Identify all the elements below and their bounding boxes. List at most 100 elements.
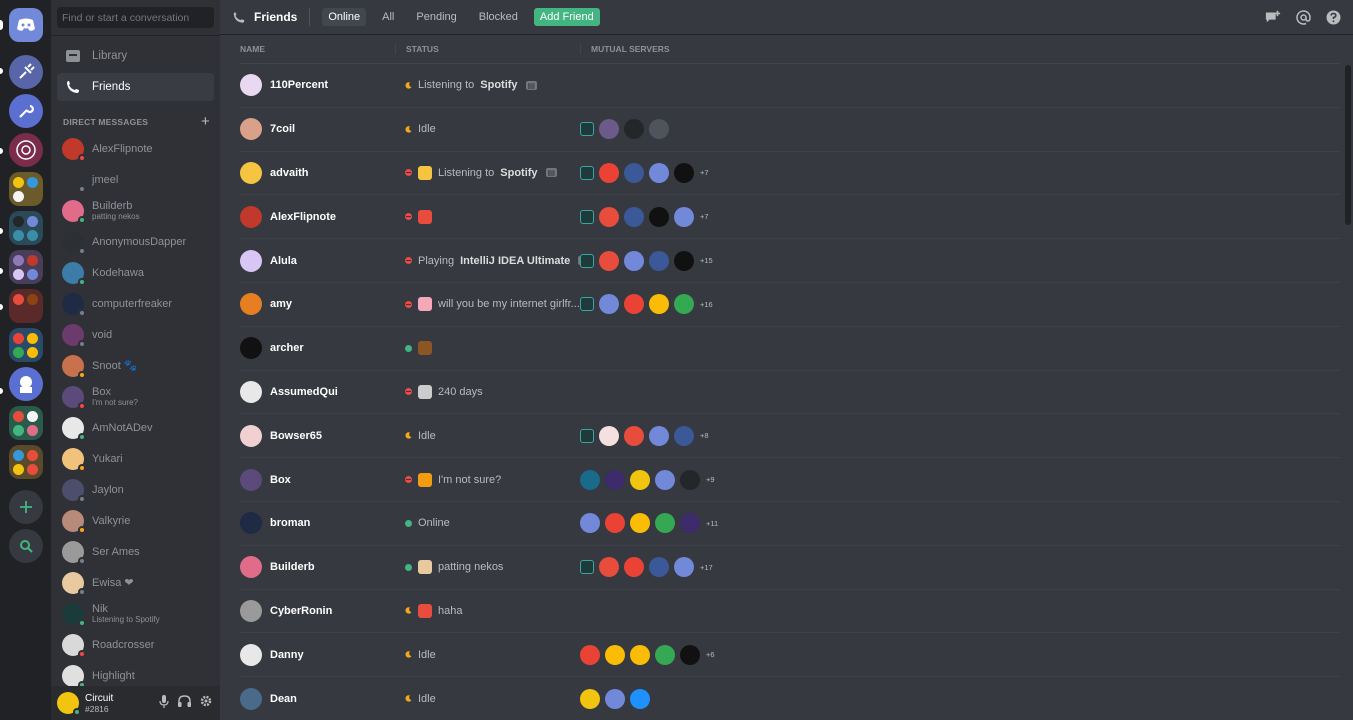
- server-icon[interactable]: [674, 294, 694, 315]
- server-icon[interactable]: [624, 425, 644, 446]
- server-icon[interactable]: [674, 557, 694, 578]
- server-icon[interactable]: [624, 206, 644, 227]
- more-servers-count[interactable]: +7: [700, 212, 709, 221]
- dm-item[interactable]: Ser Ames: [51, 536, 220, 567]
- dm-item[interactable]: AnonymousDapper: [51, 226, 220, 257]
- new-group-dm-icon[interactable]: [1265, 9, 1281, 25]
- home-button[interactable]: [8, 8, 43, 42]
- dm-item[interactable]: Snoot 🐾: [51, 350, 220, 381]
- server-icon[interactable]: [580, 253, 594, 268]
- server-icon[interactable]: [605, 469, 625, 490]
- server-icon[interactable]: [580, 122, 594, 137]
- server-icon[interactable]: [580, 688, 600, 709]
- server-icon[interactable]: [655, 513, 675, 534]
- server-icon[interactable]: [655, 469, 675, 490]
- dm-item[interactable]: Ewisa ❤: [51, 567, 220, 598]
- server-icon[interactable]: [599, 162, 619, 183]
- user-avatar[interactable]: [57, 692, 81, 716]
- nav-library[interactable]: Library: [57, 42, 214, 70]
- server-icon[interactable]: [599, 425, 619, 446]
- server-icon[interactable]: [580, 560, 594, 575]
- server-icon[interactable]: [680, 513, 700, 534]
- server-icon[interactable]: [630, 644, 650, 665]
- server-icon[interactable]: [649, 206, 669, 227]
- friend-row[interactable]: Bowser65 Idle +8: [240, 414, 1340, 459]
- more-servers-count[interactable]: +7: [700, 168, 709, 177]
- settings-gear-icon[interactable]: [200, 695, 212, 711]
- server-icon[interactable]: [580, 513, 600, 534]
- dm-item[interactable]: Jaylon: [51, 474, 220, 505]
- add-friend-button[interactable]: Add Friend: [533, 8, 600, 26]
- server-folder-5[interactable]: [8, 328, 43, 362]
- server-icon[interactable]: [630, 513, 650, 534]
- server-folder-7[interactable]: [8, 445, 43, 479]
- more-servers-count[interactable]: +9: [706, 475, 715, 484]
- server-folder-1[interactable]: [8, 172, 43, 206]
- friend-row[interactable]: Danny Idle +6: [240, 633, 1340, 678]
- more-servers-count[interactable]: +17: [700, 563, 713, 572]
- server-icon[interactable]: [605, 688, 625, 709]
- friend-row[interactable]: Box I'm not sure? +9: [240, 458, 1340, 502]
- dm-item[interactable]: Builderb patting nekos: [51, 195, 220, 226]
- friend-row[interactable]: amy will you be my internet girlfr... +16: [240, 283, 1340, 327]
- tab-online[interactable]: Online: [322, 8, 367, 26]
- server-icon[interactable]: [649, 557, 669, 578]
- friend-row[interactable]: AlexFlipnote +7: [240, 195, 1340, 240]
- dm-item[interactable]: Roadcrosser: [51, 629, 220, 660]
- friend-row[interactable]: Alula Playing IntelliJ IDEA Ultimate▤ +15: [240, 239, 1340, 283]
- server-icon[interactable]: [680, 469, 700, 490]
- server-icon-aperture[interactable]: [8, 133, 43, 167]
- nav-friends[interactable]: Friends: [57, 73, 214, 101]
- scrollbar[interactable]: [1345, 65, 1351, 225]
- more-servers-count[interactable]: +15: [700, 256, 713, 265]
- server-icon[interactable]: [580, 644, 600, 665]
- dm-item[interactable]: jmeel: [51, 164, 220, 195]
- more-servers-count[interactable]: +8: [700, 431, 709, 440]
- server-folder-2[interactable]: [8, 211, 43, 245]
- server-icon[interactable]: [580, 209, 594, 224]
- server-icon[interactable]: [680, 644, 700, 665]
- add-server-button[interactable]: [8, 490, 43, 524]
- server-icon[interactable]: [605, 644, 625, 665]
- friend-row[interactable]: broman Online +11: [240, 502, 1340, 546]
- friend-row[interactable]: 7coil Idle: [240, 108, 1340, 152]
- friend-row[interactable]: Builderb patting nekos +17: [240, 546, 1340, 590]
- server-icon[interactable]: [674, 162, 694, 183]
- server-folder-6[interactable]: [8, 406, 43, 440]
- friend-row[interactable]: archer: [240, 327, 1340, 371]
- server-icon[interactable]: [649, 250, 669, 271]
- server-icon[interactable]: [630, 469, 650, 490]
- tab-all[interactable]: All: [376, 8, 400, 26]
- server-icon[interactable]: [599, 206, 619, 227]
- more-servers-count[interactable]: +6: [706, 650, 715, 659]
- dm-item[interactable]: AmNotADev: [51, 412, 220, 443]
- server-icon[interactable]: [580, 165, 594, 180]
- server-icon[interactable]: [580, 297, 594, 312]
- tab-blocked[interactable]: Blocked: [473, 8, 524, 26]
- friend-row[interactable]: advaith Listening to Spotify ▤ +7: [240, 152, 1340, 196]
- server-icon[interactable]: [649, 162, 669, 183]
- more-servers-count[interactable]: +11: [706, 519, 718, 528]
- dm-item[interactable]: computerfreaker: [51, 288, 220, 319]
- dm-item[interactable]: AlexFlipnote: [51, 133, 220, 164]
- dm-item[interactable]: Valkyrie: [51, 505, 220, 536]
- server-icon[interactable]: [624, 557, 644, 578]
- explore-servers-button[interactable]: [8, 529, 43, 563]
- dm-item[interactable]: void: [51, 319, 220, 350]
- server-icon[interactable]: [605, 513, 625, 534]
- server-icon[interactable]: [580, 428, 594, 443]
- server-icon[interactable]: [580, 469, 600, 490]
- server-icon[interactable]: [599, 294, 619, 315]
- friend-row[interactable]: AssumedQui 240 days: [240, 371, 1340, 415]
- server-icon[interactable]: [674, 250, 694, 271]
- column-name[interactable]: NAME: [240, 44, 395, 54]
- headphones-icon[interactable]: [178, 695, 191, 711]
- server-icon[interactable]: [624, 250, 644, 271]
- mentions-icon[interactable]: [1295, 9, 1311, 25]
- server-icon[interactable]: [624, 119, 644, 140]
- server-icon-plug[interactable]: [8, 55, 43, 89]
- dm-item[interactable]: Box I'm not sure?: [51, 381, 220, 412]
- microphone-icon[interactable]: [159, 695, 169, 711]
- server-icon[interactable]: [649, 119, 669, 140]
- server-icon[interactable]: [599, 250, 619, 271]
